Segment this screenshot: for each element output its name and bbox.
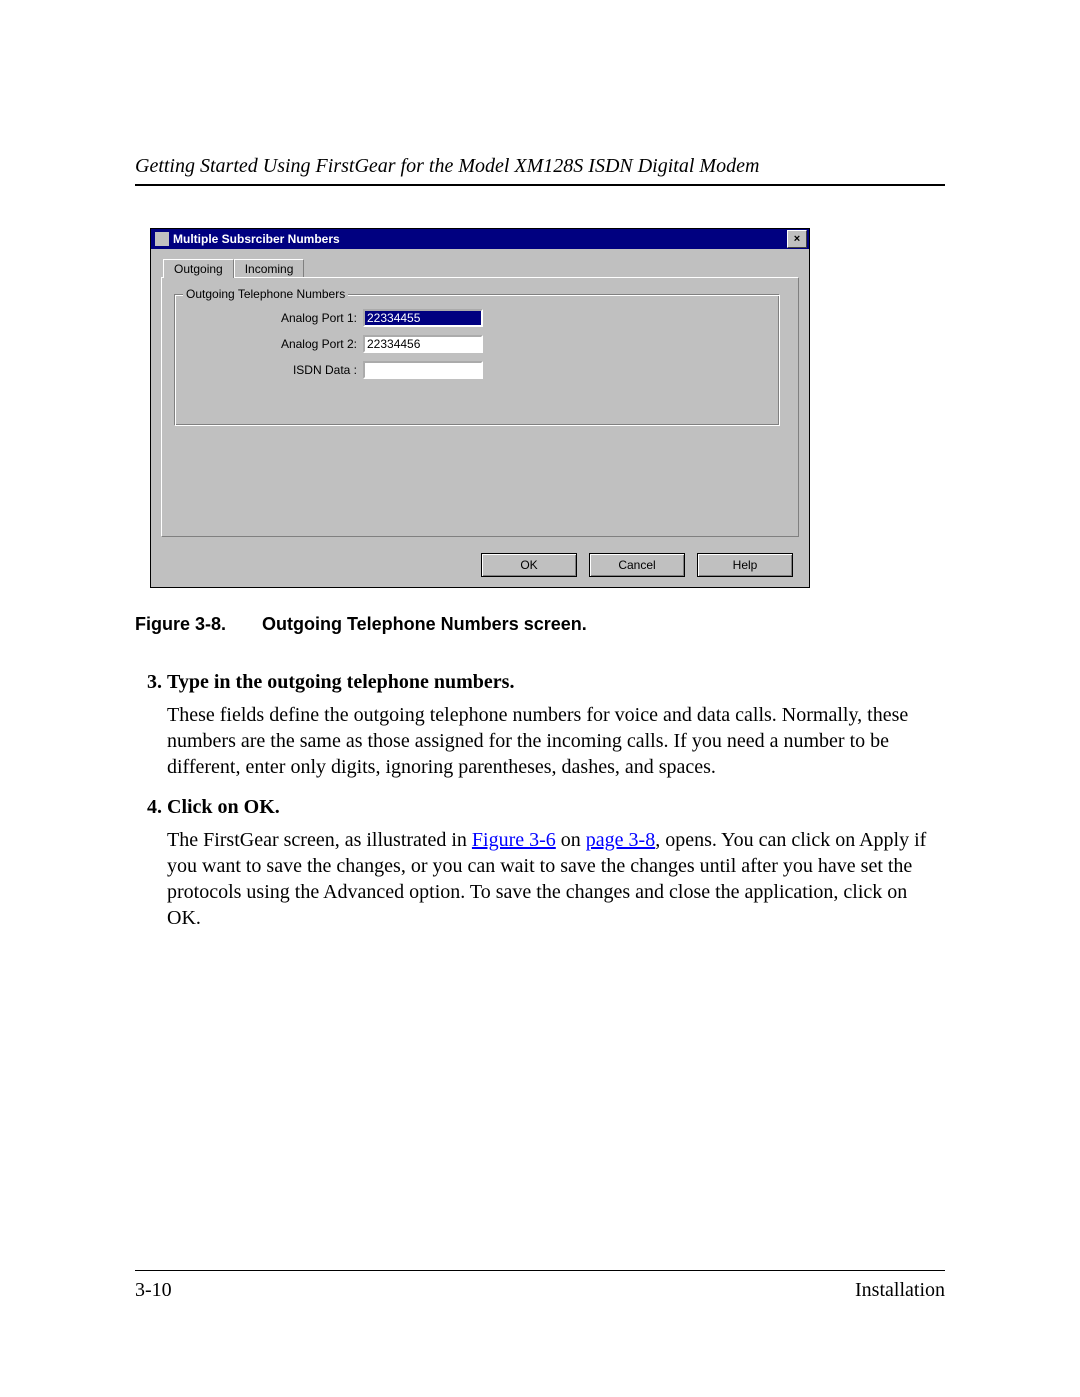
step-4-pre: The FirstGear screen, as illustrated in bbox=[167, 829, 472, 851]
outgoing-numbers-group: Outgoing Telephone Numbers Analog Port 1… bbox=[174, 294, 780, 426]
figure-caption-text: Outgoing Telephone Numbers screen. bbox=[262, 614, 587, 635]
analog-port-2-label: Analog Port 2: bbox=[187, 337, 363, 351]
titlebar: Multiple Subsrciber Numbers × bbox=[151, 229, 809, 249]
step-3: Type in the outgoing telephone numbers. … bbox=[167, 671, 945, 780]
running-header: Getting Started Using FirstGear for the … bbox=[135, 155, 945, 186]
help-button[interactable]: Help bbox=[697, 553, 793, 577]
step-4-mid: on bbox=[556, 829, 586, 851]
analog-port-1-label: Analog Port 1: bbox=[187, 311, 363, 325]
figure-caption: Figure 3-8. Outgoing Telephone Numbers s… bbox=[135, 614, 945, 635]
step-3-heading: Type in the outgoing telephone numbers. bbox=[167, 671, 945, 694]
window-title: Multiple Subsrciber Numbers bbox=[173, 232, 340, 246]
analog-port-2-input[interactable] bbox=[363, 335, 483, 353]
step-list: Type in the outgoing telephone numbers. … bbox=[135, 671, 945, 931]
isdn-data-input[interactable] bbox=[363, 361, 483, 379]
xref-figure-3-6[interactable]: Figure 3-6 bbox=[472, 829, 556, 851]
tab-incoming[interactable]: Incoming bbox=[234, 259, 305, 278]
dialog-button-row: OK Cancel Help bbox=[161, 553, 799, 577]
page-number: 3-10 bbox=[135, 1279, 172, 1302]
tab-outgoing[interactable]: Outgoing bbox=[163, 259, 234, 278]
step-3-body: These fields define the outgoing telepho… bbox=[167, 702, 945, 780]
step-4-body: The FirstGear screen, as illustrated in … bbox=[167, 827, 945, 931]
step-4-heading: Click on OK. bbox=[167, 796, 945, 819]
app-icon bbox=[155, 232, 169, 246]
close-icon: × bbox=[794, 234, 800, 245]
xref-page-3-8[interactable]: page 3-8 bbox=[586, 829, 655, 851]
tab-bar: Outgoing Incoming bbox=[163, 257, 799, 278]
dialog-window: Multiple Subsrciber Numbers × Outgoing I… bbox=[150, 228, 810, 588]
close-button[interactable]: × bbox=[787, 230, 807, 248]
tab-pane-outgoing: Outgoing Telephone Numbers Analog Port 1… bbox=[161, 277, 799, 537]
figure-number: Figure 3-8. bbox=[135, 614, 226, 635]
ok-button[interactable]: OK bbox=[481, 553, 577, 577]
page-footer: 3-10 Installation bbox=[135, 1270, 945, 1302]
running-header-text: Getting Started Using FirstGear for the … bbox=[135, 155, 759, 177]
screenshot-figure: Multiple Subsrciber Numbers × Outgoing I… bbox=[150, 228, 945, 588]
cancel-button[interactable]: Cancel bbox=[589, 553, 685, 577]
analog-port-1-input[interactable] bbox=[363, 309, 483, 327]
isdn-data-label: ISDN Data : bbox=[187, 363, 363, 377]
footer-section: Installation bbox=[855, 1279, 945, 1302]
group-legend: Outgoing Telephone Numbers bbox=[183, 287, 348, 301]
step-4: Click on OK. The FirstGear screen, as il… bbox=[167, 796, 945, 931]
